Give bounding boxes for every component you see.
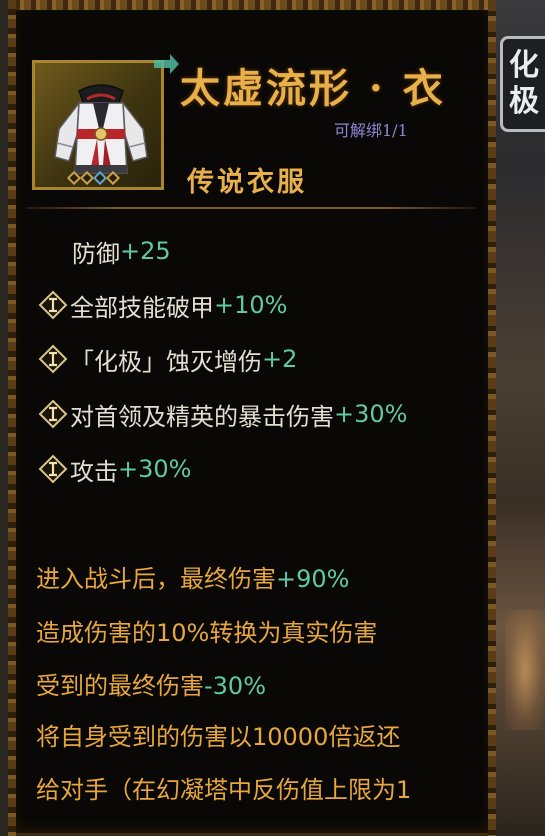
upgrade-arrow-icon (154, 54, 179, 74)
effect-reflect-damage: 将自身受到的伤害以10000倍返还 (36, 720, 400, 754)
section-divider (26, 207, 476, 209)
stat-value: +30% (118, 455, 192, 483)
stat-row-boss-crit-damage: 对首领及精英的暴击伤害 +30% (38, 397, 407, 431)
stat-label: 全部技能破甲 (70, 293, 214, 322)
effect-value: +90% (276, 565, 350, 593)
enhancement-gem-row (66, 170, 121, 186)
effect-text: 将自身受到的伤害以10000倍返还 (36, 723, 401, 751)
stat-value: +30% (334, 400, 408, 428)
stat-row-defense: 防御 +25 (72, 234, 171, 268)
effect-true-damage: 造成伤害的10%转换为真实伤害 (36, 616, 377, 650)
effect-final-damage: 进入战斗后，最终伤害+90% (36, 562, 349, 596)
panel-burnt-edge-right (488, 0, 496, 836)
effect-text: 受到的最终伤害 (36, 672, 204, 700)
side-badge-char-2: 极 (509, 84, 539, 119)
rune-diamond-icon (38, 399, 68, 429)
item-type: 传说衣服 (187, 167, 307, 198)
stat-row-skill-armor-break: 全部技能破甲 +10% (38, 288, 287, 322)
effect-text: 给对手（在幻凝塔中反伤值上限为1 (36, 776, 412, 804)
effect-text: 进入战斗后，最终伤害 (36, 565, 276, 593)
rune-diamond-icon (38, 454, 68, 484)
rune-diamond-icon (38, 344, 68, 374)
stat-value: +10% (214, 291, 288, 319)
effect-damage-taken: 受到的最终伤害-30% (36, 669, 266, 703)
stat-row-huaji-damage: 「化极」蚀灭增伤 +2 (38, 342, 297, 376)
background-lamp-glow (505, 610, 545, 730)
stat-row-attack: 攻击 +30% (38, 452, 191, 486)
stat-value: +2 (262, 345, 298, 373)
stat-label: 攻击 (70, 457, 118, 486)
side-badge-char-1: 化 (509, 48, 539, 83)
stat-label: 「化极」蚀灭增伤 (70, 347, 262, 376)
rune-diamond-icon (38, 290, 68, 320)
robe-armor-graphic (54, 84, 148, 174)
robe-armor-icon[interactable] (32, 60, 164, 190)
panel-burnt-edge-top (8, 0, 496, 10)
gem-slot-icon (105, 170, 121, 186)
effect-value: -30% (204, 672, 267, 700)
effect-reflect-target: 给对手（在幻凝塔中反伤值上限为1 (36, 773, 411, 807)
side-badge-huaji[interactable]: 化 极 (500, 36, 545, 132)
stat-value: +25 (120, 237, 171, 265)
bind-status: 可解绑1/1 (334, 121, 408, 140)
effect-text: 造成伤害的10%转换为真实伤害 (36, 619, 378, 647)
stat-label: 对首领及精英的暴击伤害 (70, 402, 334, 431)
item-name: 太虚流形 · 衣 (180, 65, 446, 112)
stat-label: 防御 (72, 239, 120, 268)
panel-burnt-edge-left (8, 0, 16, 836)
